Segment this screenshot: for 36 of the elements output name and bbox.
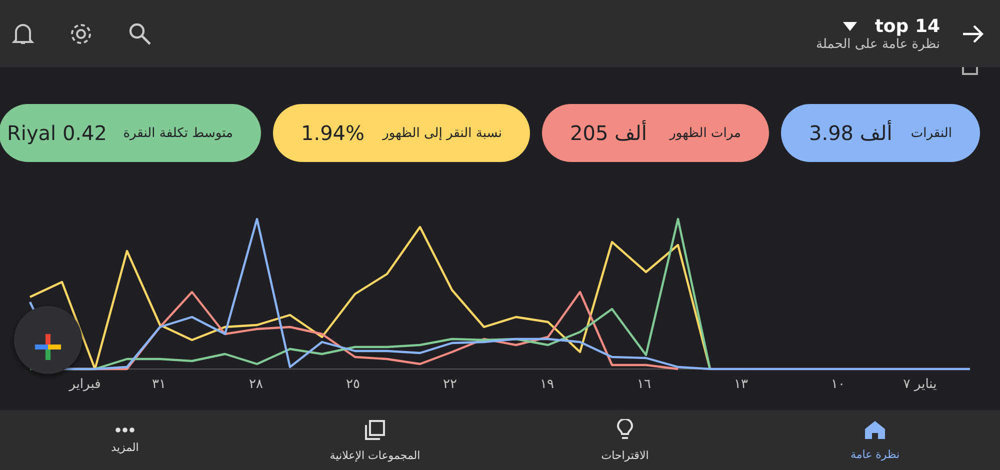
checkbox-icon[interactable] xyxy=(962,67,978,75)
axis-label: يناير ٧ xyxy=(903,377,937,392)
metric-label: مرات الظهور xyxy=(670,126,741,140)
dropdown-icon[interactable] xyxy=(842,22,857,30)
home-icon xyxy=(864,420,886,440)
nav-tab[interactable]: المزيد xyxy=(0,410,250,470)
metric-card[interactable]: مرات الظهور 205 ألف xyxy=(542,104,769,162)
metric-value: Riyal 0.42 xyxy=(7,121,107,145)
search-icon[interactable] xyxy=(128,22,152,46)
campaign-title[interactable]: top 14 xyxy=(874,16,940,36)
axis-label: ٢٢ xyxy=(443,377,457,392)
more-icon xyxy=(115,426,135,432)
nav-tab[interactable]: نظرة عامة xyxy=(750,410,1000,470)
axis-label: ١٠ xyxy=(831,377,845,392)
notification-bell-icon[interactable] xyxy=(12,22,34,46)
metric-value: 1.94% xyxy=(301,121,365,145)
nav-tab[interactable]: المجموعات الإعلانية xyxy=(250,410,500,470)
stacked-squares-icon xyxy=(364,418,386,440)
nav-tab[interactable]: الاقتراحات xyxy=(500,410,750,470)
metric-value: 205 ألف xyxy=(570,121,647,145)
metric-label: متوسط تكلفة النقرة xyxy=(123,126,233,140)
metric-value: 3.98 ألف xyxy=(809,121,892,145)
axis-label: ٢٨ xyxy=(249,377,263,392)
axis-label: ١٣ xyxy=(734,377,748,392)
forward-arrow-icon[interactable] xyxy=(962,24,984,44)
metric-label: النقرات xyxy=(910,126,952,140)
axis-label: ٢٥ xyxy=(346,377,360,392)
metric-card[interactable]: النقرات 3.98 ألف xyxy=(781,104,980,162)
axis-label: ٣١ xyxy=(152,377,166,392)
axis-label: ١٦ xyxy=(637,377,651,392)
metric-label: نسبة النقر إلى الظهور xyxy=(382,126,502,140)
plus-icon xyxy=(33,332,63,362)
lightbulb-icon xyxy=(616,418,634,440)
page-subtitle: نظرة عامة على الحملة xyxy=(816,36,940,52)
axis-label: ١٩ xyxy=(540,377,554,392)
axis-label: فبراير xyxy=(69,377,101,392)
